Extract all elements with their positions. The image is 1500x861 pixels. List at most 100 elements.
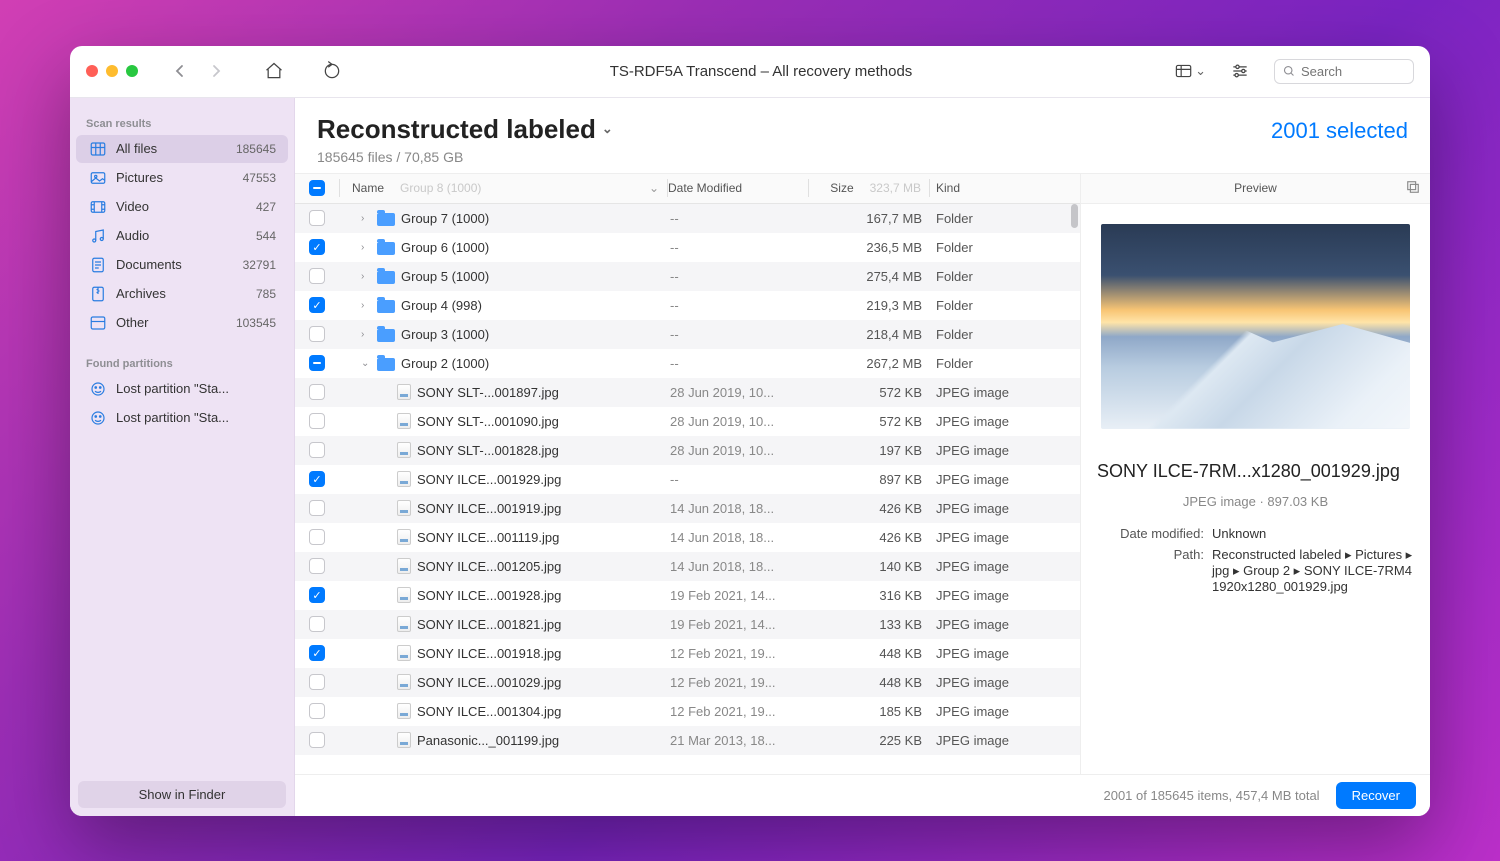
main-panel: Reconstructed labeled⌄ 185645 files / 70… [295, 98, 1430, 816]
sidebar-partition[interactable]: Lost partition "Sta... [76, 375, 288, 403]
row-kind: JPEG image [930, 617, 1080, 632]
disclosure-chevron-icon[interactable]: › [361, 300, 371, 311]
sidebar-item-audio[interactable]: Audio544 [76, 222, 288, 250]
footer: 2001 of 185645 items, 457,4 MB total Rec… [295, 774, 1430, 816]
row-checkbox[interactable] [309, 732, 325, 748]
row-checkbox[interactable] [309, 413, 325, 429]
sidebar-item-all-files[interactable]: All files185645 [76, 135, 288, 163]
row-filename: Panasonic..._001199.jpg [417, 733, 559, 748]
table-row[interactable]: SONY ILCE...001919.jpg14 Jun 2018, 18...… [295, 494, 1080, 523]
table-row[interactable]: SONY ILCE...001821.jpg19 Feb 2021, 14...… [295, 610, 1080, 639]
sort-chevron-icon: ⌄ [649, 181, 659, 195]
row-checkbox[interactable] [309, 674, 325, 690]
disclosure-chevron-icon[interactable]: › [361, 242, 371, 253]
search-input[interactable] [1301, 64, 1405, 79]
filter-button[interactable] [1224, 55, 1256, 87]
table-row[interactable]: ✓SONY ILCE...001918.jpg12 Feb 2021, 19..… [295, 639, 1080, 668]
forward-button[interactable] [202, 57, 230, 85]
table-row[interactable]: Panasonic..._001199.jpg21 Mar 2013, 18..… [295, 726, 1080, 755]
row-checkbox[interactable] [309, 210, 325, 226]
table-row[interactable]: ✓›Group 4 (998)--219,3 MBFolder [295, 291, 1080, 320]
header-checkbox[interactable] [309, 180, 325, 196]
sidebar-item-video[interactable]: Video427 [76, 193, 288, 221]
sidebar-item-archives[interactable]: Archives785 [76, 280, 288, 308]
row-date: -- [670, 211, 810, 226]
disclosure-chevron-icon[interactable]: › [361, 213, 371, 224]
audio-icon [88, 227, 108, 245]
table-row[interactable]: SONY SLT-...001090.jpg28 Jun 2019, 10...… [295, 407, 1080, 436]
disclosure-chevron-icon[interactable]: ⌄ [361, 358, 371, 369]
table-row[interactable]: ›Group 3 (1000)--218,4 MBFolder [295, 320, 1080, 349]
row-checkbox[interactable] [309, 442, 325, 458]
disclosure-chevron-icon[interactable]: › [361, 329, 371, 340]
table-row[interactable]: SONY ILCE...001205.jpg14 Jun 2018, 18...… [295, 552, 1080, 581]
sidebar-item-pictures[interactable]: Pictures47553 [76, 164, 288, 192]
row-checkbox[interactable] [309, 529, 325, 545]
row-checkbox[interactable]: ✓ [309, 239, 325, 255]
file-table: NameGroup 8 (1000)⌄ Date Modified Size32… [295, 174, 1080, 774]
table-row[interactable]: ✓SONY ILCE...001929.jpg--897 KBJPEG imag… [295, 465, 1080, 494]
table-row[interactable]: SONY ILCE...001029.jpg12 Feb 2021, 19...… [295, 668, 1080, 697]
table-header: NameGroup 8 (1000)⌄ Date Modified Size32… [295, 174, 1080, 204]
disclosure-chevron-icon[interactable]: › [361, 271, 371, 282]
footer-summary: 2001 of 185645 items, 457,4 MB total [1103, 788, 1319, 803]
row-checkbox[interactable] [309, 500, 325, 516]
th-date[interactable]: Date Modified [668, 181, 808, 195]
row-size: 426 KB [810, 501, 930, 516]
page-title[interactable]: Reconstructed labeled⌄ [317, 114, 613, 145]
th-name[interactable]: NameGroup 8 (1000)⌄ [340, 181, 667, 195]
content-split: NameGroup 8 (1000)⌄ Date Modified Size32… [295, 174, 1430, 774]
preview-image[interactable] [1101, 224, 1410, 429]
th-kind[interactable]: Kind [930, 181, 1080, 195]
table-row[interactable]: ›Group 5 (1000)--275,4 MBFolder [295, 262, 1080, 291]
search-box[interactable] [1274, 59, 1414, 84]
maximize-button[interactable] [126, 65, 138, 77]
row-size: 140 KB [810, 559, 930, 574]
sidebar-item-documents[interactable]: Documents32791 [76, 251, 288, 279]
row-checkbox[interactable] [309, 326, 325, 342]
th-checkbox[interactable] [295, 180, 339, 196]
sidebar-item-count: 32791 [243, 258, 276, 272]
sidebar-item-label: Lost partition "Sta... [116, 410, 276, 425]
th-size[interactable]: Size323,7 MB [809, 181, 929, 195]
table-row[interactable]: ✓›Group 6 (1000)--236,5 MBFolder [295, 233, 1080, 262]
row-date: 28 Jun 2019, 10... [670, 385, 810, 400]
rescan-button[interactable] [316, 55, 348, 87]
row-checkbox[interactable] [309, 268, 325, 284]
row-checkbox[interactable] [309, 703, 325, 719]
image-file-icon [397, 442, 411, 458]
table-row[interactable]: SONY ILCE...001304.jpg12 Feb 2021, 19...… [295, 697, 1080, 726]
row-size: 275,4 MB [810, 269, 930, 284]
row-checkbox[interactable] [309, 384, 325, 400]
row-checkbox[interactable] [309, 616, 325, 632]
row-checkbox[interactable] [309, 355, 325, 371]
sidebar-item-other[interactable]: Other103545 [76, 309, 288, 337]
selected-count[interactable]: 2001 selected [1271, 118, 1408, 144]
sidebar-item-label: Audio [116, 228, 256, 243]
row-checkbox[interactable]: ✓ [309, 645, 325, 661]
view-mode-button[interactable]: ⌄ [1174, 55, 1206, 87]
minimize-button[interactable] [106, 65, 118, 77]
table-row[interactable]: ›Group 7 (1000)--167,7 MBFolder [295, 204, 1080, 233]
scrollbar-thumb[interactable] [1071, 204, 1078, 228]
row-checkbox[interactable]: ✓ [309, 297, 325, 313]
close-button[interactable] [86, 65, 98, 77]
expand-preview-icon[interactable] [1406, 180, 1420, 197]
back-button[interactable] [166, 57, 194, 85]
table-row[interactable]: SONY SLT-...001828.jpg28 Jun 2019, 10...… [295, 436, 1080, 465]
table-row[interactable]: SONY SLT-...001897.jpg28 Jun 2019, 10...… [295, 378, 1080, 407]
row-kind: Folder [930, 327, 1080, 342]
show-in-finder-button[interactable]: Show in Finder [78, 781, 286, 808]
table-row[interactable]: ⌄Group 2 (1000)--267,2 MBFolder [295, 349, 1080, 378]
table-row[interactable]: ✓SONY ILCE...001928.jpg19 Feb 2021, 14..… [295, 581, 1080, 610]
home-button[interactable] [258, 55, 290, 87]
table-body[interactable]: ›Group 7 (1000)--167,7 MBFolder✓›Group 6… [295, 204, 1080, 774]
recover-button[interactable]: Recover [1336, 782, 1416, 809]
row-checkbox[interactable]: ✓ [309, 471, 325, 487]
row-checkbox[interactable] [309, 558, 325, 574]
table-row[interactable]: SONY ILCE...001119.jpg14 Jun 2018, 18...… [295, 523, 1080, 552]
archive-icon [88, 285, 108, 303]
row-date: 19 Feb 2021, 14... [670, 617, 810, 632]
sidebar-partition[interactable]: Lost partition "Sta... [76, 404, 288, 432]
row-checkbox[interactable]: ✓ [309, 587, 325, 603]
